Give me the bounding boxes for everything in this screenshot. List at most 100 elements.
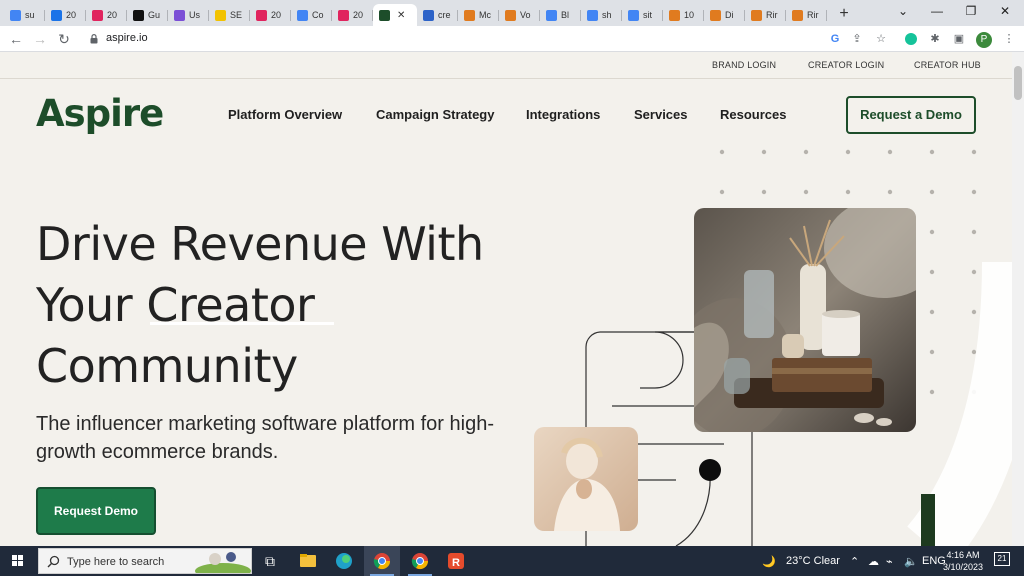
browser-tab[interactable]: 20 xyxy=(332,4,373,26)
forward-button[interactable]: → xyxy=(30,29,50,49)
browser-tab[interactable]: cre xyxy=(417,4,458,26)
browser-tab[interactable]: 20 xyxy=(86,4,127,26)
file-explorer-icon[interactable] xyxy=(290,546,326,576)
tab-label: 20 xyxy=(271,10,282,20)
browser-tab[interactable]: Vo xyxy=(499,4,540,26)
tab-label: Gu xyxy=(148,10,161,20)
system-clock[interactable]: 4:16 AM 3/10/2023 xyxy=(940,549,986,573)
r-icon xyxy=(669,9,680,21)
browser-tab[interactable]: 20 xyxy=(45,4,86,26)
clock-date: 3/10/2023 xyxy=(942,562,984,572)
request-demo-button[interactable]: Request Demo xyxy=(36,487,156,535)
browser-tab[interactable]: Co xyxy=(291,4,332,26)
browser-tab[interactable]: Us xyxy=(168,4,209,26)
lock-icon[interactable] xyxy=(90,34,98,44)
grid-dot xyxy=(887,149,893,155)
google-icon xyxy=(10,9,21,21)
headline-line-3: Community xyxy=(36,339,298,393)
close-tab-icon[interactable]: ✕ xyxy=(397,10,405,21)
grid-dot xyxy=(929,269,935,275)
bookmark-star-icon[interactable]: ☆ xyxy=(872,30,890,48)
browser-tab[interactable]: sit xyxy=(622,4,663,26)
chrome-taskbar-icon[interactable] xyxy=(364,546,400,576)
grid-dot xyxy=(845,149,851,155)
browser-tab[interactable]: Bl xyxy=(540,4,581,26)
minimize-button[interactable]: — xyxy=(920,0,954,24)
tab-label: 20 xyxy=(353,10,364,20)
blue-diamond-icon xyxy=(51,9,62,21)
chrome-profile-taskbar-icon[interactable] xyxy=(402,546,438,576)
google-lens-icon[interactable]: G xyxy=(826,30,844,48)
r-icon xyxy=(792,9,803,21)
volume-icon[interactable]: 🔈 xyxy=(904,555,918,568)
tab-label: cre xyxy=(438,10,451,20)
tab-label: Us xyxy=(189,10,200,20)
r-icon xyxy=(751,9,762,21)
tray-chevron-icon[interactable]: ⌃ xyxy=(850,555,859,568)
wave-icon xyxy=(423,9,434,21)
grid-dot xyxy=(761,149,767,155)
address-bar[interactable]: aspire.io xyxy=(80,29,900,49)
browser-tab[interactable]: ✕ xyxy=(373,4,417,26)
grid-dot xyxy=(803,149,809,155)
hero-subheadline: The influencer marketing software platfo… xyxy=(36,413,494,463)
grid-dot xyxy=(719,189,725,195)
red-star-icon xyxy=(92,9,103,21)
grid-dot xyxy=(929,389,935,395)
tab-search-icon[interactable]: ⌄ xyxy=(886,0,920,24)
extensions-puzzle-icon[interactable]: ✱ xyxy=(926,30,944,48)
start-button[interactable] xyxy=(0,546,36,576)
reload-button[interactable]: ↻ xyxy=(54,29,74,49)
grid-dot xyxy=(971,189,977,195)
browser-tab[interactable]: Gu xyxy=(127,4,168,26)
new-tab-button[interactable]: + xyxy=(833,4,855,26)
grid-dot xyxy=(719,149,725,155)
network-icon[interactable]: ⌁ xyxy=(886,555,893,568)
notification-count: 21 xyxy=(994,552,1010,566)
browser-tab[interactable]: Rir xyxy=(745,4,786,26)
edge-browser-icon[interactable] xyxy=(326,546,362,576)
pencil-icon xyxy=(215,9,226,21)
taskbar-search-box[interactable]: Type here to search xyxy=(38,548,252,574)
weather-text[interactable]: 23°C Clear xyxy=(786,555,840,567)
grid-dot xyxy=(971,229,977,235)
url-text: aspire.io xyxy=(106,32,148,44)
share-icon[interactable]: ⇪ xyxy=(848,30,866,48)
browser-tab[interactable]: SE xyxy=(209,4,250,26)
tab-label: sh xyxy=(602,10,612,20)
grid-dot xyxy=(887,189,893,195)
browser-tab[interactable]: Mc xyxy=(458,4,499,26)
web-page: BRAND LOGIN CREATOR LOGIN CREATOR HUB As… xyxy=(0,52,1012,546)
back-button[interactable]: ← xyxy=(6,29,26,49)
headline-line-1: Drive Revenue With xyxy=(36,217,484,271)
browser-tab[interactable]: 20 xyxy=(250,4,291,26)
browser-tab[interactable]: su xyxy=(4,4,45,26)
close-window-button[interactable]: ✕ xyxy=(988,0,1022,24)
search-highlight-illustration-icon xyxy=(195,552,251,573)
browser-tab[interactable]: Di xyxy=(704,4,745,26)
grid-dot xyxy=(929,229,935,235)
task-view-icon[interactable]: ⧉ xyxy=(252,546,288,576)
scrollbar-thumb[interactable] xyxy=(1014,66,1022,100)
r-app-taskbar-icon[interactable]: R xyxy=(438,546,474,576)
chrome-menu-icon[interactable]: ⋮ xyxy=(1000,30,1018,48)
profile-avatar[interactable]: P xyxy=(976,32,992,48)
tab-label: sit xyxy=(643,10,652,20)
headline-underline xyxy=(150,322,334,325)
grid-dot xyxy=(929,309,935,315)
restore-button[interactable]: ❐ xyxy=(954,0,988,24)
grammarly-extension-icon[interactable] xyxy=(902,30,920,48)
grid-dot xyxy=(845,189,851,195)
browser-tab[interactable]: Rir xyxy=(786,4,827,26)
browser-tab[interactable]: sh xyxy=(581,4,622,26)
onedrive-icon[interactable]: ☁ xyxy=(868,555,879,568)
tab-label: 20 xyxy=(107,10,118,20)
page-scrollbar[interactable] xyxy=(1012,52,1024,546)
browser-tab[interactable]: 10 xyxy=(663,4,704,26)
side-panel-icon[interactable]: ▣ xyxy=(950,30,968,48)
notifications-icon[interactable]: 21 xyxy=(994,552,1010,566)
google-icon xyxy=(587,9,598,21)
weather-icon[interactable]: 🌙 xyxy=(762,555,776,568)
white-arc xyxy=(906,261,1012,546)
tab-label: 20 xyxy=(66,10,77,20)
